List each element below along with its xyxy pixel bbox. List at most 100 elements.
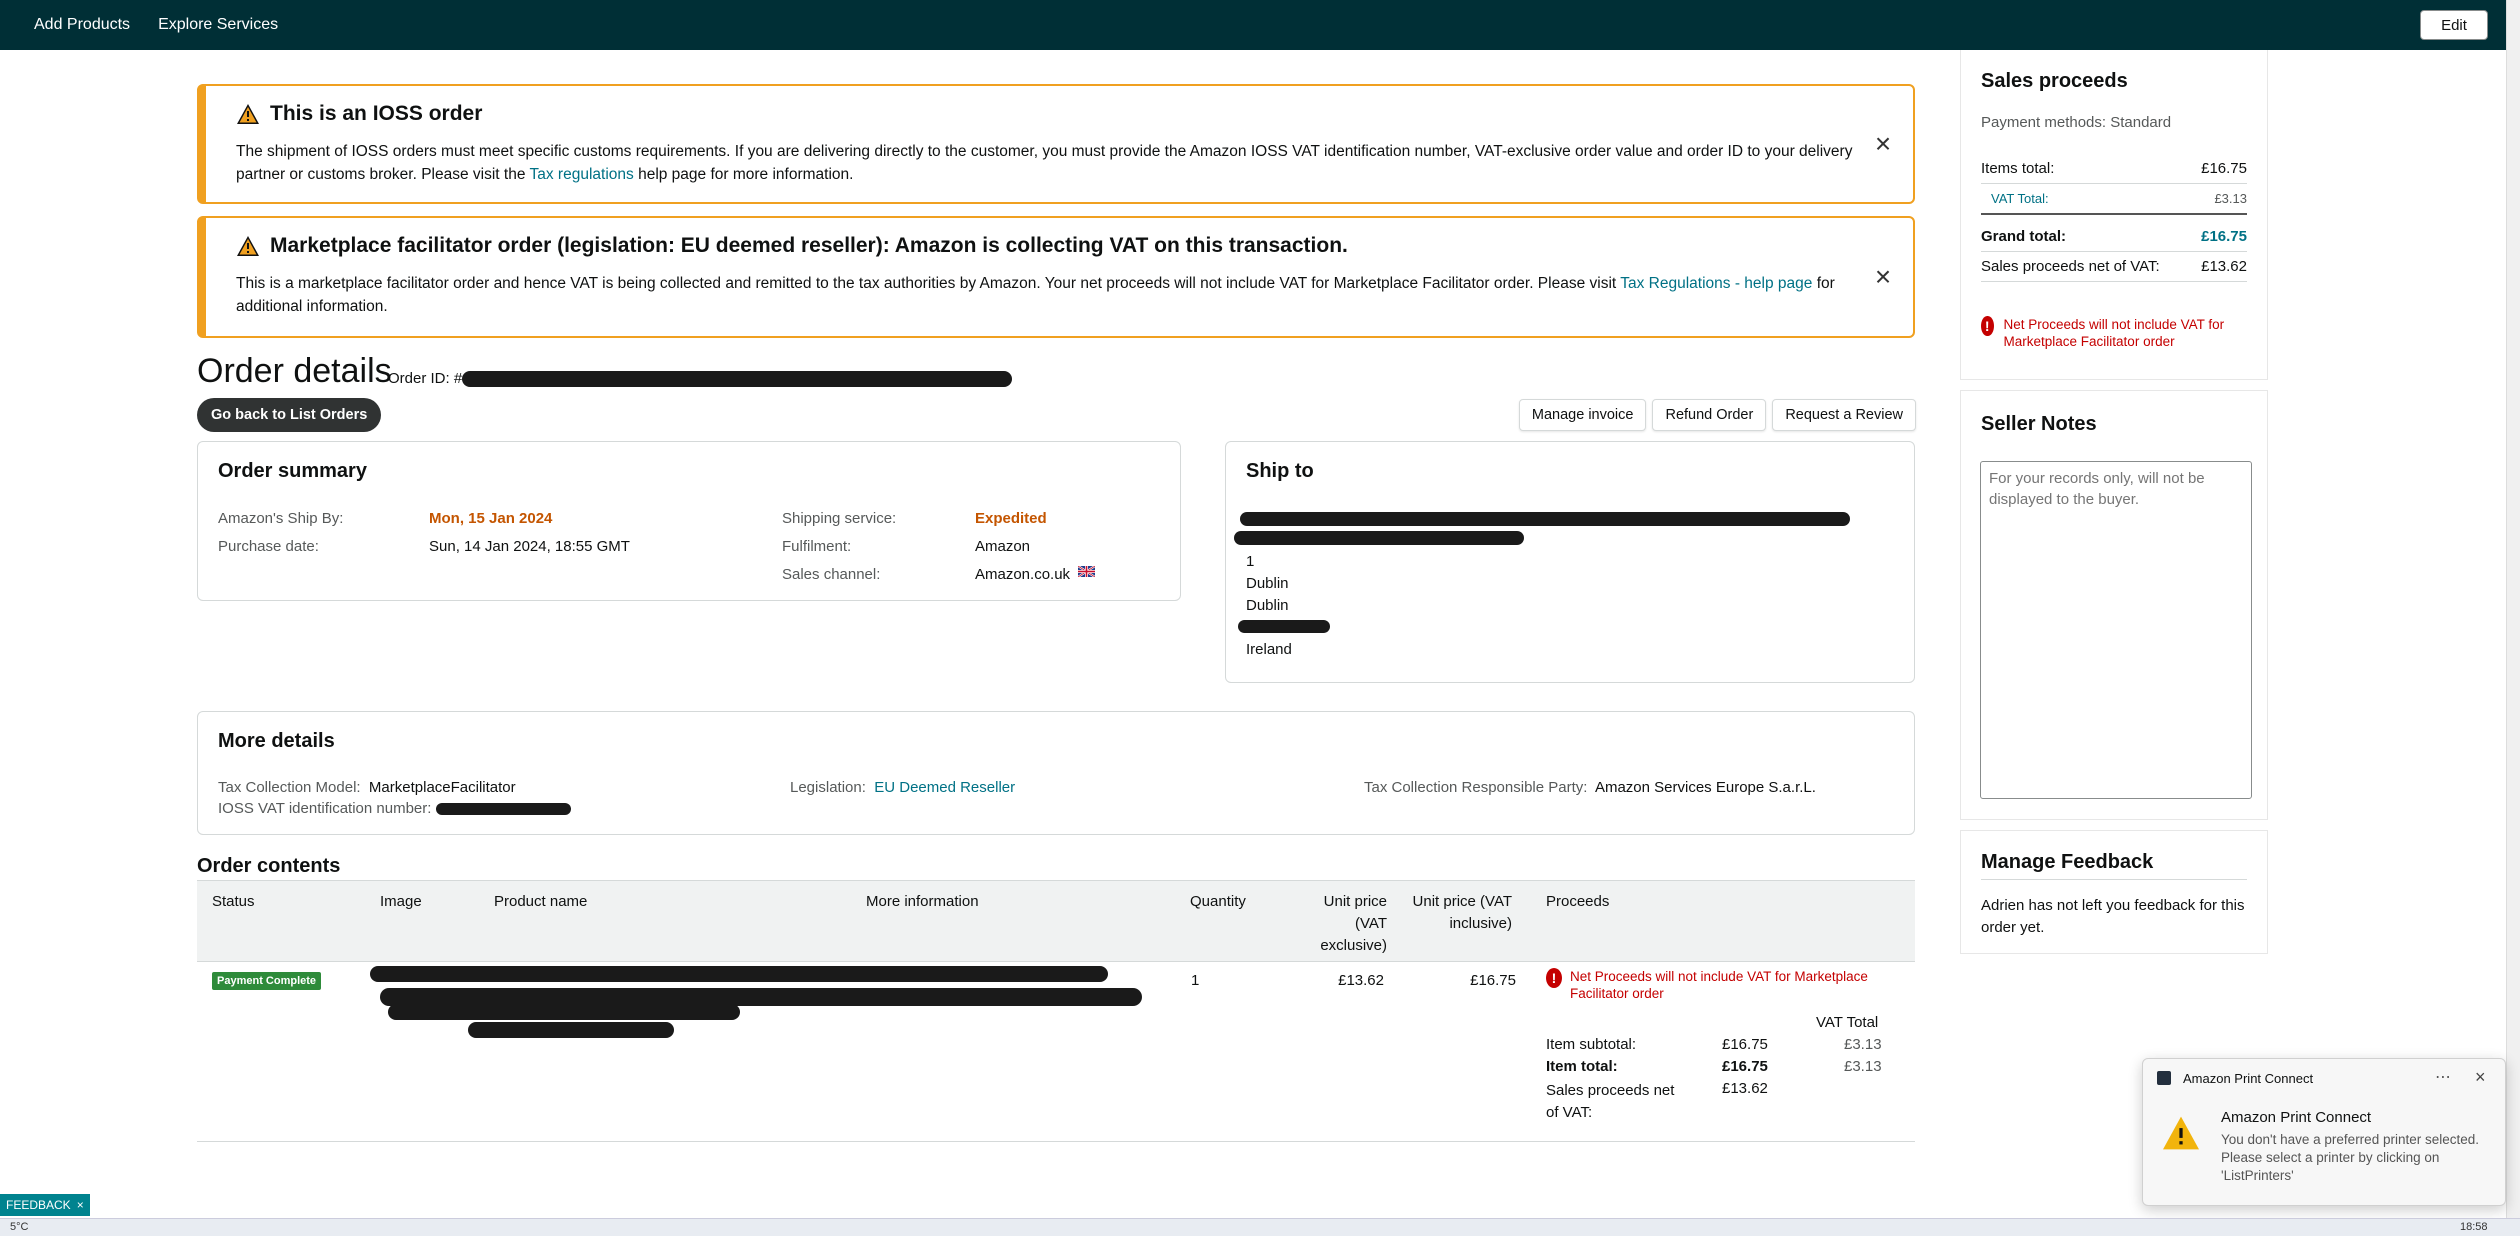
vat-total-row: VAT Total: £3.13 — [1991, 191, 2247, 206]
alert-title: Marketplace facilitator order (legislati… — [270, 234, 1348, 257]
feedback-tab[interactable]: FEEDBACK × — [0, 1194, 90, 1216]
weather-temp: 5°C — [10, 1221, 29, 1233]
seller-notes-title: Seller Notes — [1981, 413, 2097, 435]
payment-status-badge: Payment Complete — [212, 972, 322, 990]
marketplace-facilitator-alert: Marketplace facilitator order (legislati… — [197, 216, 1915, 338]
redacted-block — [370, 966, 1108, 982]
address-line: Dublin — [1246, 575, 1289, 592]
item-subtotal-label: Item subtotal: — [1546, 1036, 1637, 1053]
item-subtotal-vat: £3.13 — [1844, 1036, 1882, 1053]
item-total-vat: £3.13 — [1844, 1058, 1882, 1075]
manage-invoice-button[interactable]: Manage invoice — [1518, 399, 1647, 431]
tax-collection-model: Tax Collection Model: MarketplaceFacilit… — [218, 779, 516, 796]
col-more-info: More information — [866, 893, 979, 910]
ship-by-value: Mon, 15 Jan 2024 — [429, 510, 553, 527]
seller-notes-textarea[interactable] — [1980, 461, 2252, 799]
net-proceeds-row: Sales proceeds net of VAT: £13.62 — [1981, 258, 2247, 275]
address-line: Dublin — [1246, 597, 1289, 614]
edit-button[interactable]: Edit — [2420, 10, 2488, 40]
top-nav: Add Products Explore Services Edit — [0, 0, 2506, 50]
col-proceeds: Proceeds — [1546, 893, 1610, 910]
col-quantity: Quantity — [1190, 893, 1246, 910]
item-total-value: £16.75 — [1722, 1058, 1768, 1075]
sales-proceeds-title: Sales proceeds — [1981, 70, 2128, 92]
nav-explore-services[interactable]: Explore Services — [158, 16, 278, 34]
more-details-title: More details — [218, 730, 335, 752]
redacted-block — [1238, 620, 1330, 633]
feedback-status-text: Adrien has not left you feedback for thi… — [1981, 897, 2245, 936]
sales-proceeds-panel: Sales proceeds Payment methods: Standard… — [1960, 50, 2268, 380]
refund-order-button[interactable]: Refund Order — [1652, 399, 1767, 431]
close-icon[interactable]: × — [1869, 263, 1897, 291]
back-to-orders-button[interactable]: Go back to List Orders — [197, 398, 382, 432]
net-proceeds-warning: ! Net Proceeds will not include VAT for … — [1981, 316, 2251, 350]
redacted-block — [388, 1004, 740, 1020]
tax-regulations-help-link[interactable]: Tax Regulations - help page — [1620, 275, 1812, 292]
col-image: Image — [380, 893, 422, 910]
clock: 18:58 — [2460, 1221, 2488, 1233]
manage-feedback-title: Manage Feedback — [1981, 851, 2154, 873]
close-icon[interactable]: × — [1869, 130, 1897, 158]
net-proceeds-label: Sales proceeds net of VAT: — [1546, 1082, 1675, 1121]
col-unit-price-ex-vat: Unit price (VAT exclusive) — [1320, 893, 1387, 954]
legislation-link[interactable]: EU Deemed Reseller — [874, 779, 1015, 796]
address-line: 1 — [1246, 553, 1255, 570]
print-connect-notification: Amazon Print Connect ⋯ × Amazon Print Co… — [2142, 1058, 2506, 1206]
ship-by-label: Amazon's Ship By: — [218, 510, 344, 527]
table-divider — [197, 1141, 1915, 1142]
legislation: Legislation: EU Deemed Reseller — [790, 779, 1016, 796]
uk-flag-icon — [1077, 565, 1096, 578]
shipping-service-label: Shipping service: — [782, 510, 897, 527]
vat-total-header: VAT Total — [1816, 1014, 1879, 1031]
more-options-icon[interactable]: ⋯ — [2435, 1067, 2451, 1087]
fulfilment-value: Amazon — [975, 538, 1031, 555]
purchase-date-value: Sun, 14 Jan 2024, 18:55 GMT — [429, 538, 630, 555]
ship-to-title: Ship to — [1246, 460, 1314, 482]
redacted-block — [468, 1022, 674, 1038]
warning-icon — [237, 236, 259, 256]
net-proceeds-value: £13.62 — [1722, 1080, 1768, 1097]
redacted-block — [1234, 531, 1524, 545]
sales-channel-label: Sales channel: — [782, 566, 881, 583]
col-status: Status — [212, 893, 255, 910]
error-icon: ! — [1981, 316, 1994, 336]
alert-title: This is an IOSS order — [270, 102, 483, 125]
ship-to-card: Ship to 1 Dublin Dublin Ireland — [1225, 441, 1915, 683]
purchase-date-label: Purchase date: — [218, 538, 319, 555]
address-country: Ireland — [1246, 641, 1292, 658]
table-header: Status Image Product name More informati… — [197, 880, 1915, 962]
request-review-button[interactable]: Request a Review — [1772, 399, 1916, 431]
row-unit-price-inc-vat: £16.75 — [1470, 972, 1516, 989]
row-proceeds-warning: ! Net Proceeds will not include VAT for … — [1546, 968, 1886, 1002]
sales-channel-value: Amazon.co.uk — [975, 565, 1096, 583]
order-contents-title: Order contents — [197, 855, 341, 877]
shipping-service-value: Expedited — [975, 510, 1047, 527]
grand-total-row: Grand total: £16.75 — [1981, 228, 2247, 245]
alert-body: The shipment of IOSS orders must meet sp… — [236, 143, 1853, 183]
items-total-row: Items total: £16.75 — [1981, 160, 2247, 177]
nav-add-products[interactable]: Add Products — [34, 16, 130, 34]
order-summary-title: Order summary — [218, 460, 367, 482]
ioss-alert: This is an IOSS order The shipment of IO… — [197, 84, 1915, 204]
warning-icon — [237, 104, 259, 124]
more-details-card: More details Tax Collection Model: Marke… — [197, 711, 1915, 835]
tax-regulations-link[interactable]: Tax regulations — [530, 166, 634, 183]
order-id: Order ID: # — [388, 370, 1013, 388]
alert-body: This is a marketplace facilitator order … — [236, 275, 1835, 315]
row-unit-price-ex-vat: £13.62 — [1338, 972, 1384, 989]
order-actions: Manage invoice Refund Order Request a Re… — [1518, 399, 1916, 431]
col-unit-price-inc-vat: Unit price (VAT inclusive) — [1412, 893, 1512, 932]
error-icon: ! — [1546, 968, 1562, 988]
close-icon[interactable]: × — [77, 1198, 84, 1212]
item-subtotal-value: £16.75 — [1722, 1036, 1768, 1053]
os-taskbar: 5°C 18:58 — [0, 1218, 2520, 1236]
page-scrollbar[interactable] — [2506, 0, 2520, 1218]
redacted-block — [435, 803, 571, 816]
notification-app-name: Amazon Print Connect — [2183, 1071, 2314, 1086]
redacted-block — [1240, 512, 1850, 526]
warning-icon — [2163, 1116, 2199, 1150]
fulfilment-label: Fulfilment: — [782, 538, 852, 555]
manage-feedback-panel: Manage Feedback Adrien has not left you … — [1960, 830, 2268, 954]
close-icon[interactable]: × — [2475, 1067, 2486, 1088]
app-logo-icon — [2157, 1071, 2171, 1085]
